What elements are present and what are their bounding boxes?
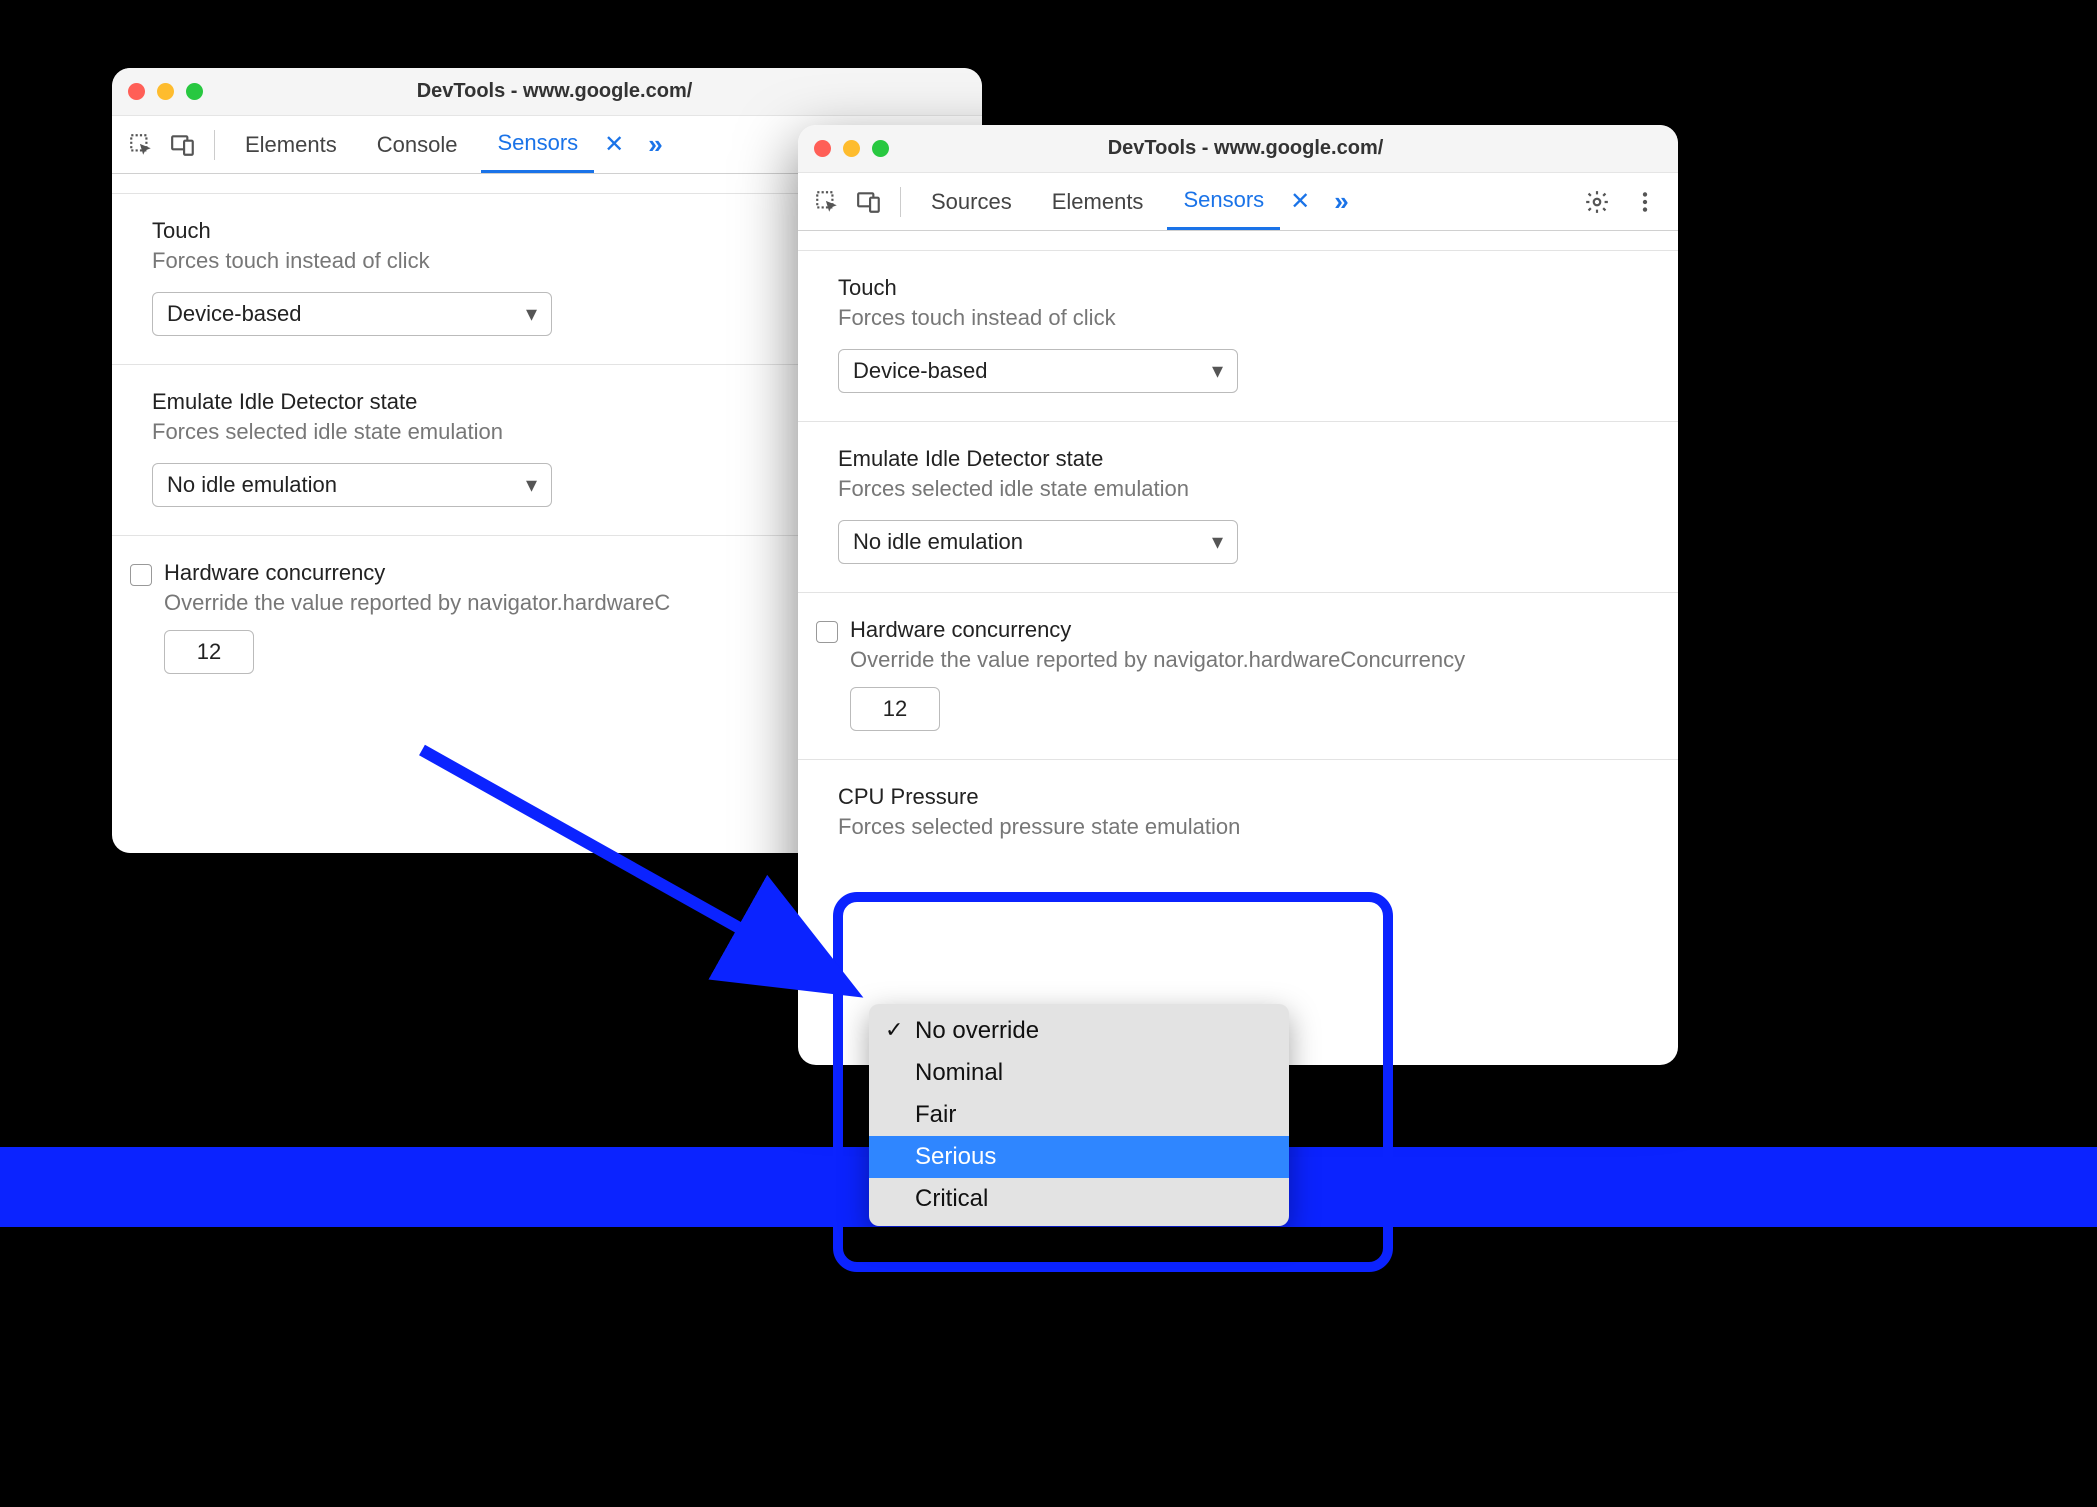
tab-close-icon[interactable]: ✕ [596, 130, 632, 159]
idle-title: Emulate Idle Detector state [838, 446, 1638, 472]
hw-input[interactable]: 12 [164, 630, 254, 674]
tab-elements[interactable]: Elements [229, 116, 353, 173]
gear-icon[interactable] [1580, 185, 1614, 219]
hw-title: Hardware concurrency [850, 617, 1465, 643]
titlebar-right: DevTools - www.google.com/ [798, 125, 1678, 173]
hw-sub: Override the value reported by navigator… [850, 647, 1465, 673]
touch-select[interactable]: Device-based ▾ [152, 292, 552, 336]
close-icon[interactable] [814, 140, 831, 157]
hw-input[interactable]: 12 [850, 687, 940, 731]
cpu-pressure-dropdown[interactable]: No override Nominal Fair Serious Critica… [869, 1004, 1289, 1226]
pressure-option-fair[interactable]: Fair [869, 1094, 1289, 1136]
toolbar-divider [900, 187, 901, 217]
tab-sensors[interactable]: Sensors [481, 116, 594, 173]
kebab-menu-icon[interactable] [1628, 185, 1662, 219]
pressure-option-critical[interactable]: Critical [869, 1178, 1289, 1220]
zoom-icon[interactable] [186, 83, 203, 100]
more-tabs-icon[interactable]: » [1326, 186, 1356, 217]
minimize-icon[interactable] [843, 140, 860, 157]
hw-checkbox[interactable] [130, 564, 152, 586]
cpu-pressure-section: CPU Pressure Forces selected pressure st… [798, 760, 1678, 918]
tab-sensors[interactable]: Sensors [1167, 173, 1280, 230]
titlebar-left: DevTools - www.google.com/ [112, 68, 982, 116]
tab-console[interactable]: Console [361, 116, 474, 173]
chevron-down-icon: ▾ [1212, 529, 1223, 555]
tab-sources[interactable]: Sources [915, 173, 1028, 230]
pressure-sub: Forces selected pressure state emulation [838, 814, 1638, 840]
spacer [798, 231, 1678, 251]
touch-section: Touch Forces touch instead of click Devi… [798, 251, 1678, 422]
inspect-icon[interactable] [124, 128, 158, 162]
pressure-option-serious[interactable]: Serious [869, 1136, 1289, 1178]
tab-close-icon[interactable]: ✕ [1282, 187, 1318, 216]
window-controls [814, 140, 889, 157]
hw-sub: Override the value reported by navigator… [164, 590, 670, 616]
hw-title: Hardware concurrency [164, 560, 670, 586]
touch-title: Touch [838, 275, 1638, 301]
window-controls [128, 83, 203, 100]
idle-value: No idle emulation [853, 529, 1023, 555]
window-title-right: DevTools - www.google.com/ [889, 137, 1602, 160]
touch-value: Device-based [853, 358, 988, 384]
pressure-option-no-override[interactable]: No override [869, 1010, 1289, 1052]
chevron-down-icon: ▾ [1212, 358, 1223, 384]
inspect-icon[interactable] [810, 185, 844, 219]
chevron-down-icon: ▾ [526, 301, 537, 327]
close-icon[interactable] [128, 83, 145, 100]
more-tabs-icon[interactable]: » [640, 129, 670, 160]
zoom-icon[interactable] [872, 140, 889, 157]
hw-checkbox[interactable] [816, 621, 838, 643]
touch-value: Device-based [167, 301, 302, 327]
idle-section: Emulate Idle Detector state Forces selec… [798, 422, 1678, 593]
idle-sub: Forces selected idle state emulation [838, 476, 1638, 502]
device-toggle-icon[interactable] [852, 185, 886, 219]
toolbar-right: Sources Elements Sensors ✕ » [798, 173, 1678, 231]
devtools-window-right: DevTools - www.google.com/ Sources Eleme… [798, 125, 1678, 1065]
touch-select[interactable]: Device-based ▾ [838, 349, 1238, 393]
idle-select[interactable]: No idle emulation ▾ [838, 520, 1238, 564]
idle-value: No idle emulation [167, 472, 337, 498]
toolbar-divider [214, 130, 215, 160]
window-title-left: DevTools - www.google.com/ [203, 80, 906, 103]
hw-section: Hardware concurrency Override the value … [798, 593, 1678, 760]
device-toggle-icon[interactable] [166, 128, 200, 162]
pressure-option-nominal[interactable]: Nominal [869, 1052, 1289, 1094]
tab-elements[interactable]: Elements [1036, 173, 1160, 230]
pressure-title: CPU Pressure [838, 784, 1638, 810]
touch-sub: Forces touch instead of click [838, 305, 1638, 331]
idle-select[interactable]: No idle emulation ▾ [152, 463, 552, 507]
minimize-icon[interactable] [157, 83, 174, 100]
chevron-down-icon: ▾ [526, 472, 537, 498]
